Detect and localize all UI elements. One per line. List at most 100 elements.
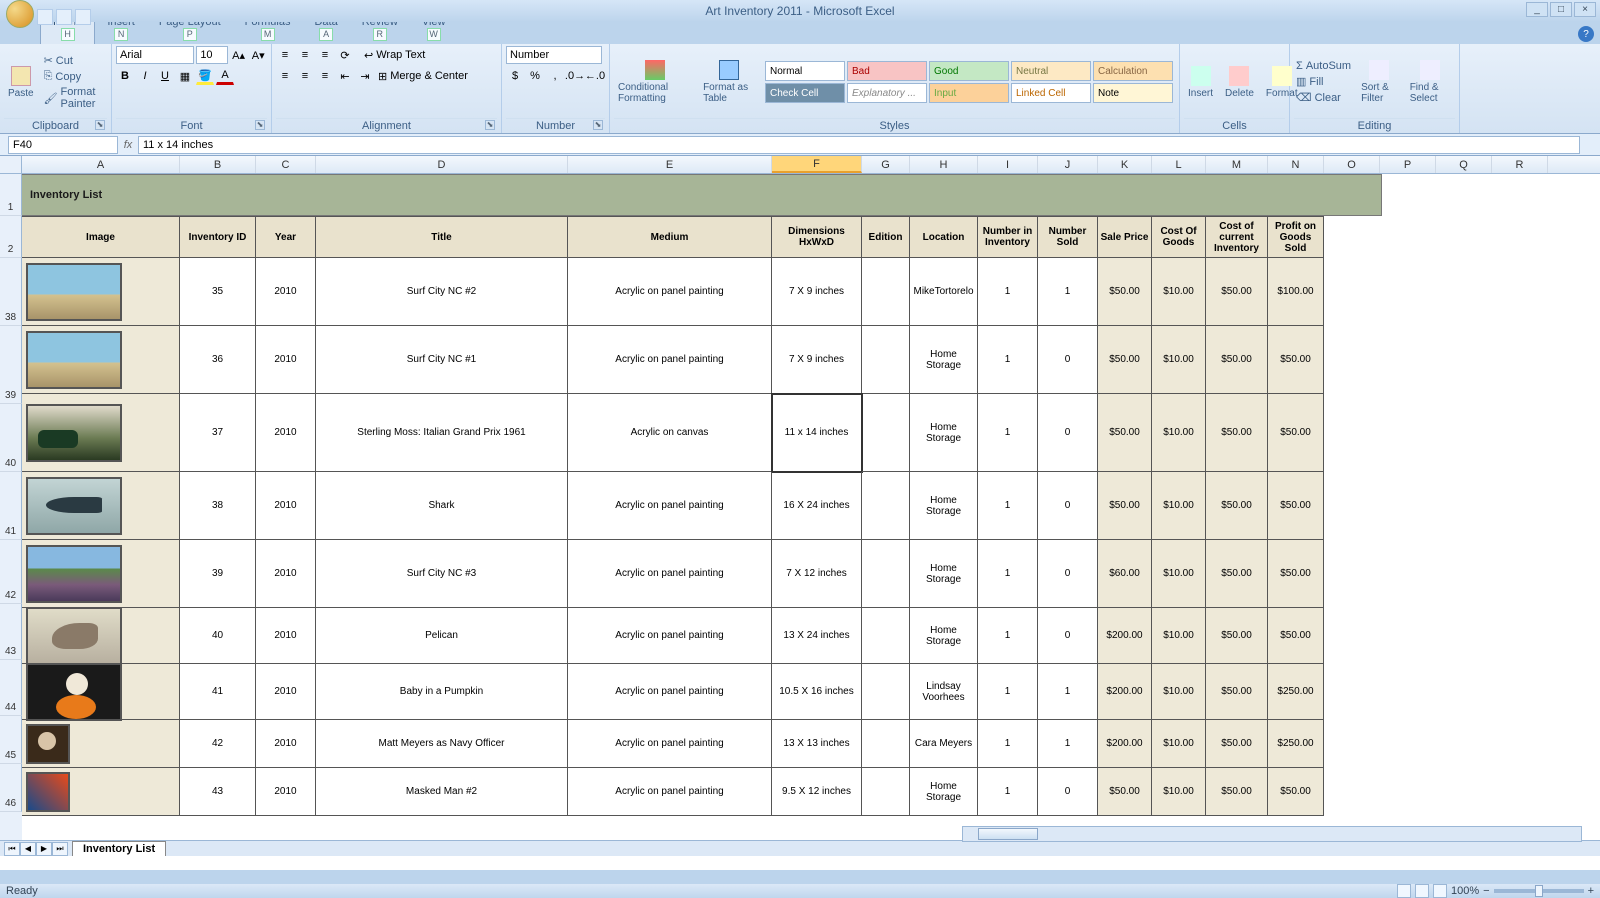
cell[interactable]: 0 bbox=[1038, 540, 1098, 608]
style-bad[interactable]: Bad bbox=[847, 61, 927, 81]
cell[interactable]: Home Storage bbox=[910, 326, 978, 394]
tab-nav-prev[interactable]: ◀ bbox=[20, 842, 36, 856]
cell[interactable]: 10.5 X 16 inches bbox=[772, 664, 862, 720]
row-header-42[interactable]: 42 bbox=[0, 540, 22, 604]
col-header-H[interactable]: H bbox=[910, 156, 978, 173]
cell[interactable] bbox=[22, 326, 180, 394]
cell[interactable]: $10.00 bbox=[1152, 720, 1206, 768]
qat-redo-icon[interactable] bbox=[75, 9, 91, 25]
cell[interactable]: 13 X 24 inches bbox=[772, 608, 862, 664]
cell[interactable]: Home Storage bbox=[910, 394, 978, 472]
cell[interactable]: $50.00 bbox=[1206, 258, 1268, 326]
clipboard-launcher[interactable]: ⬊ bbox=[95, 120, 105, 130]
row-header-46[interactable]: 46 bbox=[0, 764, 22, 812]
cell[interactable]: 0 bbox=[1038, 768, 1098, 816]
col-header-L[interactable]: L bbox=[1152, 156, 1206, 173]
cell[interactable]: 2010 bbox=[256, 394, 316, 472]
cell[interactable]: $50.00 bbox=[1098, 472, 1152, 540]
row-header-2[interactable]: 2 bbox=[0, 216, 22, 258]
qat-save-icon[interactable] bbox=[37, 9, 53, 25]
col-header-C[interactable]: C bbox=[256, 156, 316, 173]
view-layout-icon[interactable] bbox=[1415, 884, 1429, 898]
italic-button[interactable]: I bbox=[136, 67, 154, 85]
cell[interactable]: Acrylic on panel painting bbox=[568, 326, 772, 394]
cell[interactable]: 1 bbox=[978, 664, 1038, 720]
cell[interactable]: 2010 bbox=[256, 472, 316, 540]
style-linked-cell[interactable]: Linked Cell bbox=[1011, 83, 1091, 103]
cell[interactable] bbox=[22, 258, 180, 326]
cell[interactable]: MikeTortorelo bbox=[910, 258, 978, 326]
cell[interactable]: Baby in a Pumpkin bbox=[316, 664, 568, 720]
cell[interactable]: 42 bbox=[180, 720, 256, 768]
bold-button[interactable]: B bbox=[116, 67, 134, 85]
cell[interactable]: Shark bbox=[316, 472, 568, 540]
conditional-formatting-button[interactable]: Conditional Formatting bbox=[614, 58, 695, 106]
col-header-F[interactable]: F bbox=[772, 156, 862, 173]
cell[interactable]: 1 bbox=[978, 608, 1038, 664]
style-note[interactable]: Note bbox=[1093, 83, 1173, 103]
cell[interactable]: Home Storage bbox=[910, 608, 978, 664]
style-normal[interactable]: Normal bbox=[765, 61, 845, 81]
cell[interactable]: 2010 bbox=[256, 326, 316, 394]
tab-nav-next[interactable]: ▶ bbox=[36, 842, 52, 856]
select-all-corner[interactable] bbox=[0, 156, 22, 173]
minimize-button[interactable]: _ bbox=[1526, 2, 1548, 17]
decrease-decimal-icon[interactable]: ←.0 bbox=[586, 67, 604, 85]
row-header-39[interactable]: 39 bbox=[0, 326, 22, 404]
col-header-J[interactable]: J bbox=[1038, 156, 1098, 173]
cell[interactable]: $100.00 bbox=[1268, 258, 1324, 326]
cell[interactable]: $50.00 bbox=[1098, 258, 1152, 326]
merge-center-button[interactable]: ⊞Merge & Center bbox=[376, 69, 470, 84]
col-header-B[interactable]: B bbox=[180, 156, 256, 173]
formula-bar[interactable]: 11 x 14 inches bbox=[138, 136, 1580, 154]
cell[interactable]: 2010 bbox=[256, 258, 316, 326]
col-header-E[interactable]: E bbox=[568, 156, 772, 173]
col-header-G[interactable]: G bbox=[862, 156, 910, 173]
cell[interactable]: 1 bbox=[978, 472, 1038, 540]
col-header-I[interactable]: I bbox=[978, 156, 1038, 173]
cell[interactable]: $250.00 bbox=[1268, 720, 1324, 768]
cell[interactable]: $200.00 bbox=[1098, 720, 1152, 768]
cell[interactable]: 1 bbox=[1038, 664, 1098, 720]
cell-styles-gallery[interactable]: NormalBadGoodNeutralCalculationCheck Cel… bbox=[763, 59, 1175, 105]
font-name-combo[interactable]: Arial bbox=[116, 46, 194, 64]
tab-nav-first[interactable]: ⏮ bbox=[4, 842, 20, 856]
cell[interactable]: Sterling Moss: Italian Grand Prix 1961 bbox=[316, 394, 568, 472]
cell[interactable]: Home Storage bbox=[910, 472, 978, 540]
row-header-40[interactable]: 40 bbox=[0, 404, 22, 472]
fx-icon[interactable]: fx bbox=[118, 139, 138, 151]
style-good[interactable]: Good bbox=[929, 61, 1009, 81]
cell[interactable]: Masked Man #2 bbox=[316, 768, 568, 816]
cell[interactable] bbox=[862, 608, 910, 664]
align-bottom-icon[interactable]: ≡ bbox=[316, 46, 334, 64]
cell[interactable]: 41 bbox=[180, 664, 256, 720]
cell[interactable]: 9.5 X 12 inches bbox=[772, 768, 862, 816]
cell[interactable]: Acrylic on panel painting bbox=[568, 540, 772, 608]
style-explanatory-[interactable]: Explanatory ... bbox=[847, 83, 927, 103]
cell[interactable]: Acrylic on panel painting bbox=[568, 664, 772, 720]
col-header-M[interactable]: M bbox=[1206, 156, 1268, 173]
col-header-A[interactable]: A bbox=[22, 156, 180, 173]
cell[interactable]: $200.00 bbox=[1098, 664, 1152, 720]
cell[interactable] bbox=[862, 720, 910, 768]
border-button[interactable]: ▦ bbox=[176, 67, 194, 85]
autosum-button[interactable]: ΣAutoSum bbox=[1294, 59, 1353, 73]
clear-button[interactable]: ⌫Clear bbox=[1294, 90, 1353, 105]
delete-cells-button[interactable]: Delete bbox=[1221, 64, 1258, 101]
insert-cells-button[interactable]: Insert bbox=[1184, 64, 1217, 101]
cell[interactable]: $50.00 bbox=[1098, 768, 1152, 816]
cell[interactable]: Acrylic on panel painting bbox=[568, 608, 772, 664]
find-select-button[interactable]: Find & Select bbox=[1406, 58, 1455, 106]
cell[interactable]: $10.00 bbox=[1152, 540, 1206, 608]
number-format-combo[interactable]: Number bbox=[506, 46, 602, 64]
row-header-44[interactable]: 44 bbox=[0, 660, 22, 716]
sort-filter-button[interactable]: Sort & Filter bbox=[1357, 58, 1402, 106]
decrease-indent-icon[interactable]: ⇤ bbox=[336, 67, 354, 85]
col-header-D[interactable]: D bbox=[316, 156, 568, 173]
cell[interactable]: 0 bbox=[1038, 472, 1098, 540]
cell[interactable]: $200.00 bbox=[1098, 608, 1152, 664]
cell[interactable]: 38 bbox=[180, 472, 256, 540]
align-center-icon[interactable]: ≡ bbox=[296, 67, 314, 85]
col-header-K[interactable]: K bbox=[1098, 156, 1152, 173]
cell[interactable]: $10.00 bbox=[1152, 472, 1206, 540]
